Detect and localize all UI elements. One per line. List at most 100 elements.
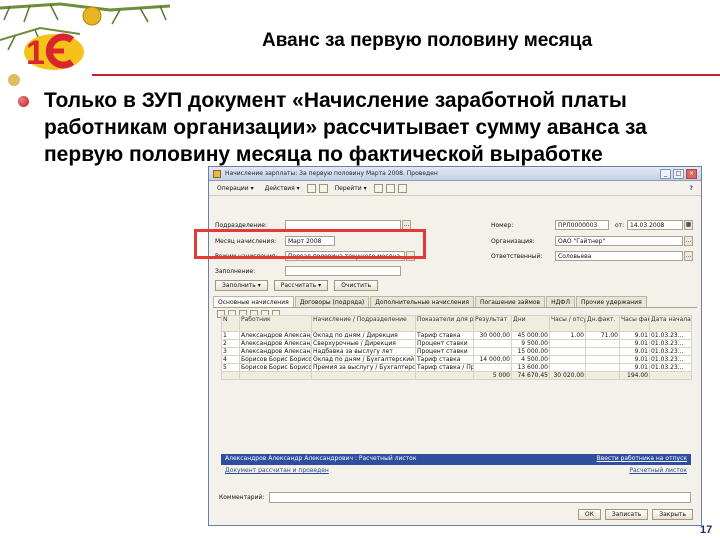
table-cell[interactable]: 9.01: [619, 363, 650, 372]
maximize-button[interactable]: □: [673, 168, 684, 179]
table-cell[interactable]: [585, 363, 620, 372]
responsible-select-button[interactable]: …: [684, 251, 693, 261]
table-cell[interactable]: 1.00: [549, 331, 586, 340]
table-cell[interactable]: 01.03.23...: [649, 355, 692, 364]
table-cell[interactable]: 01.03.23...: [649, 331, 692, 340]
ok-button[interactable]: ОК: [577, 509, 601, 520]
table-cell[interactable]: Александров Александр: [239, 331, 312, 340]
table-row[interactable]: 1 Александров Александр Оклад по дням / Ди…: [221, 331, 692, 340]
table-cell[interactable]: Тариф ставка: [415, 355, 474, 364]
table-cell[interactable]: [549, 355, 586, 364]
table-cell[interactable]: 71.00: [585, 331, 620, 340]
number-field[interactable]: ПРЛ0000003: [555, 220, 609, 230]
print-icon[interactable]: [385, 183, 395, 193]
table-cell[interactable]: 9.01: [619, 347, 650, 356]
table-cell[interactable]: 9 500.00: [511, 339, 550, 348]
actions-menu[interactable]: Действия ▾: [261, 183, 304, 194]
operations-menu[interactable]: Операции ▾: [213, 183, 258, 194]
table-cell[interactable]: 01.03.23...: [649, 363, 692, 372]
clear-button[interactable]: Очистить: [334, 280, 379, 291]
fill-field[interactable]: [285, 266, 401, 276]
close-dialog-button[interactable]: Закрыть: [652, 509, 693, 520]
column-header[interactable]: Часы / отсутст.: [549, 315, 586, 332]
table-cell[interactable]: [473, 363, 512, 372]
fill-button[interactable]: Заполнить ▾: [215, 280, 268, 291]
table-cell[interactable]: Процент ставки: [415, 347, 474, 356]
column-header[interactable]: Дн.факт.: [585, 315, 620, 332]
table-cell[interactable]: 14 000.00: [473, 355, 512, 364]
table-cell[interactable]: Надбавка за выслугу лет: [311, 347, 416, 356]
tab-additional-accruals[interactable]: Дополнительные начисления: [370, 296, 474, 307]
table-row[interactable]: 5Борисов Борис БорисовичПремия за выслуг…: [221, 363, 692, 372]
table-cell[interactable]: 5: [221, 363, 240, 372]
table-cell[interactable]: 4: [221, 355, 240, 364]
table-cell[interactable]: [549, 363, 586, 372]
responsible-field[interactable]: Соловьева: [555, 251, 683, 261]
table-cell[interactable]: Оклад по дням / Бухгалтерский отдел: [311, 355, 416, 364]
go-menu[interactable]: Перейти ▾: [331, 183, 371, 194]
save-icon[interactable]: [306, 183, 316, 193]
table-cell[interactable]: 1: [221, 331, 240, 340]
table-cell[interactable]: 9.01: [619, 355, 650, 364]
column-header[interactable]: Начисление / Подразделение: [311, 315, 416, 332]
table-cell[interactable]: [473, 339, 512, 348]
table-cell[interactable]: 01.03.23...: [649, 339, 692, 348]
calculated-posted-link[interactable]: Документ рассчитан и проведен: [225, 467, 329, 477]
column-header[interactable]: N: [221, 315, 240, 332]
table-cell[interactable]: [585, 355, 620, 364]
column-header[interactable]: Работник: [239, 315, 312, 332]
table-row[interactable]: 3 Александров Александр Надбавка за выслуг…: [221, 347, 692, 356]
table-cell[interactable]: 13 600.00: [511, 363, 550, 372]
table-cell[interactable]: 9.01: [619, 331, 650, 340]
save-button[interactable]: Записать: [604, 509, 649, 520]
table-cell[interactable]: 2: [221, 339, 240, 348]
date-field[interactable]: 14.03.2008: [627, 220, 683, 230]
structure-icon[interactable]: [373, 183, 383, 193]
tab-contracts[interactable]: Договоры (подряда): [294, 296, 370, 307]
table-cell[interactable]: [585, 339, 620, 348]
column-header[interactable]: Показатели для расчета: [415, 315, 474, 332]
tab-loan-repayment[interactable]: Погашение займов: [474, 296, 546, 307]
table-cell[interactable]: [549, 347, 586, 356]
table-cell[interactable]: 45 000.00: [511, 331, 550, 340]
table-row[interactable]: 2 Александров Александр Сверхурочные / Дир…: [221, 339, 692, 348]
table-cell[interactable]: Борисов Борис Борисович: [239, 355, 312, 364]
table-cell[interactable]: Борисов Борис Борисович: [239, 363, 312, 372]
table-cell[interactable]: [473, 347, 512, 356]
table-cell[interactable]: 4 500.00: [511, 355, 550, 364]
comment-field[interactable]: [269, 492, 691, 503]
close-button[interactable]: ×: [686, 168, 697, 179]
enter-employee-link[interactable]: Ввести работника на отпуск: [597, 455, 687, 464]
column-header[interactable]: Дата начала: [649, 315, 692, 332]
tab-ndfl[interactable]: НДФЛ: [546, 296, 575, 307]
help-icon[interactable]: ?: [686, 183, 697, 194]
selected-row-status[interactable]: Александров Александр Александрович : Ра…: [221, 454, 691, 465]
calculate-button[interactable]: Рассчитать ▾: [273, 280, 329, 291]
org-select-button[interactable]: …: [684, 236, 693, 246]
table-cell[interactable]: Тариф ставка / Процент: [415, 363, 474, 372]
org-field[interactable]: ОАО "Гайтнер": [555, 236, 683, 246]
table-row[interactable]: 4Борисов Борис БорисовичОклад по дням / …: [221, 355, 692, 364]
table-cell[interactable]: 9.01: [619, 339, 650, 348]
tab-other-deductions[interactable]: Прочие удержания: [575, 296, 647, 307]
table-cell[interactable]: Тариф ставка: [415, 331, 474, 340]
table-cell[interactable]: Александров Александр: [239, 339, 312, 348]
table-cell[interactable]: 15 000.00: [511, 347, 550, 356]
table-cell[interactable]: [585, 347, 620, 356]
calendar-icon[interactable]: ▦: [684, 220, 693, 230]
window-titlebar[interactable]: Начисление зарплаты: За первую половину …: [209, 167, 701, 181]
column-header[interactable]: Дни: [511, 315, 550, 332]
payslip-link[interactable]: Расчетный листок: [629, 467, 687, 477]
table-cell[interactable]: Александров Александр: [239, 347, 312, 356]
table-cell[interactable]: Премия за выслугу / Бухгалтерский отдел: [311, 363, 416, 372]
table-cell[interactable]: [549, 339, 586, 348]
table-cell[interactable]: 30 000.00: [473, 331, 512, 340]
table-cell[interactable]: Сверхурочные / Дирекция: [311, 339, 416, 348]
post-icon[interactable]: [318, 183, 328, 193]
column-header[interactable]: Результат: [473, 315, 512, 332]
table-cell[interactable]: 01.03.23...: [649, 347, 692, 356]
movements-icon[interactable]: [397, 183, 407, 193]
minimize-button[interactable]: _: [660, 168, 671, 179]
table-cell[interactable]: Оклад по дням / Дирекция: [311, 331, 416, 340]
table-cell[interactable]: 3: [221, 347, 240, 356]
